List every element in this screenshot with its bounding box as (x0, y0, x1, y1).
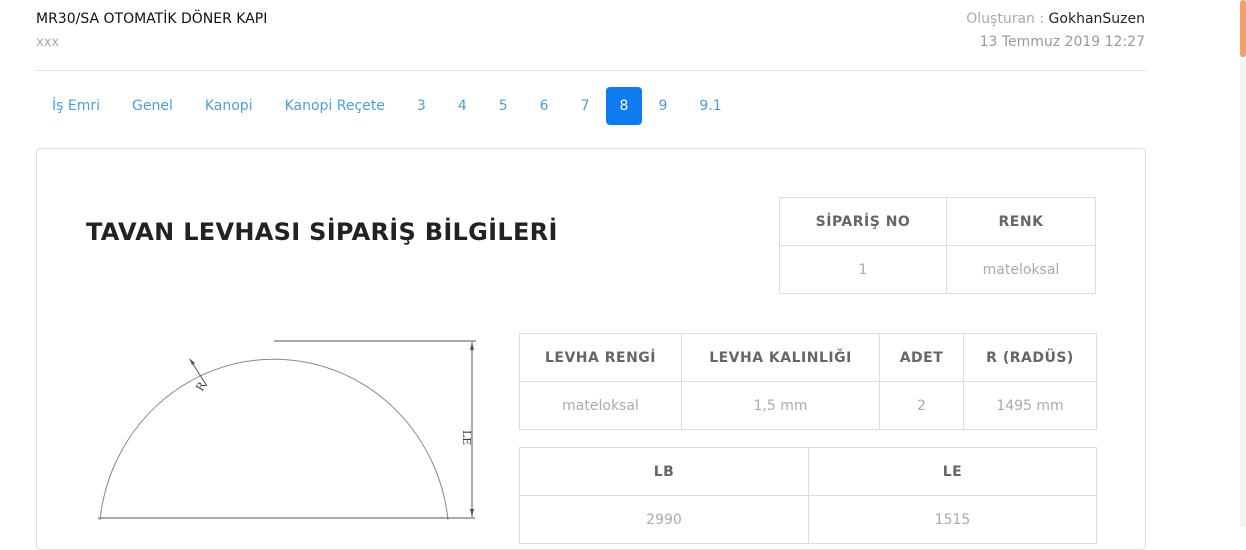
radius-header: R (RADÜS) (963, 333, 1097, 382)
sheet-thickness-header: LEVHA KALINLIĞI (681, 333, 880, 382)
height-arrow-top (470, 342, 474, 350)
section-heading: TAVAN LEVHASI SİPARİŞ BİLGİLERİ (86, 218, 558, 246)
height-arrow-bottom (470, 509, 474, 517)
le-value: 1515 (808, 495, 1097, 544)
quantity-header: ADET (879, 333, 964, 382)
scrollbar-thumb[interactable] (1240, 0, 1246, 57)
header-divider (36, 70, 1146, 71)
sheet-color-header: LEVHA RENGİ (519, 333, 682, 382)
tab-9[interactable]: 9 (642, 87, 683, 125)
height-label: LE (460, 430, 473, 445)
lb-header: LB (519, 447, 809, 496)
order-no-value: 1 (779, 245, 947, 294)
tab-kanopi-recete[interactable]: Kanopi Reçete (269, 87, 401, 125)
quantity-value: 2 (879, 381, 964, 430)
created-date: 13 Temmuz 2019 12:27 (979, 34, 1145, 50)
sheet-table: LEVHA RENGİ LEVHA KALINLIĞI ADET R (RADÜ… (519, 333, 1097, 430)
creator-label: Oluşturan : (966, 11, 1045, 27)
scrollbar-track[interactable] (1240, 0, 1246, 527)
radius-arrow (189, 358, 195, 365)
tab-5[interactable]: 5 (483, 87, 524, 125)
tab-7[interactable]: 7 (565, 87, 606, 125)
color-value: mateloksal (946, 245, 1096, 294)
page-title: MR30/SA OTOMATİK DÖNER KAPI (36, 11, 268, 27)
radius-value: 1495 mm (963, 381, 1097, 430)
page-subtitle: xxx (36, 35, 60, 50)
order-no-header: SİPARİŞ NO (779, 197, 947, 246)
tab-3[interactable]: 3 (401, 87, 442, 125)
lb-value: 2990 (519, 495, 809, 544)
le-header: LE (808, 447, 1097, 496)
semicircle-outline (99, 358, 449, 521)
tab-8[interactable]: 8 (605, 87, 643, 125)
radius-label: R (193, 379, 209, 393)
tab-9-1[interactable]: 9.1 (683, 87, 737, 125)
tab-kanopi[interactable]: Kanopi (189, 87, 269, 125)
tab-bar: İş Emri Genel Kanopi Kanopi Reçete 3 4 5… (36, 87, 738, 125)
sheet-color-value: mateloksal (519, 381, 682, 430)
ceiling-sheet-drawing: R LE (98, 340, 476, 521)
dims-table: LB LE 2990 1515 (519, 447, 1097, 544)
tab-6[interactable]: 6 (524, 87, 565, 125)
sheet-thickness-value: 1,5 mm (681, 381, 880, 430)
creator-name[interactable]: GokhanSuzen (1049, 11, 1145, 27)
color-header: RENK (946, 197, 1096, 246)
order-table: SİPARİŞ NO RENK 1 mateloksal (779, 197, 1096, 294)
tab-is-emri[interactable]: İş Emri (36, 87, 116, 125)
creator-info: Oluşturan : GokhanSuzen (966, 11, 1145, 27)
tab-genel[interactable]: Genel (116, 87, 189, 125)
tab-4[interactable]: 4 (442, 87, 483, 125)
